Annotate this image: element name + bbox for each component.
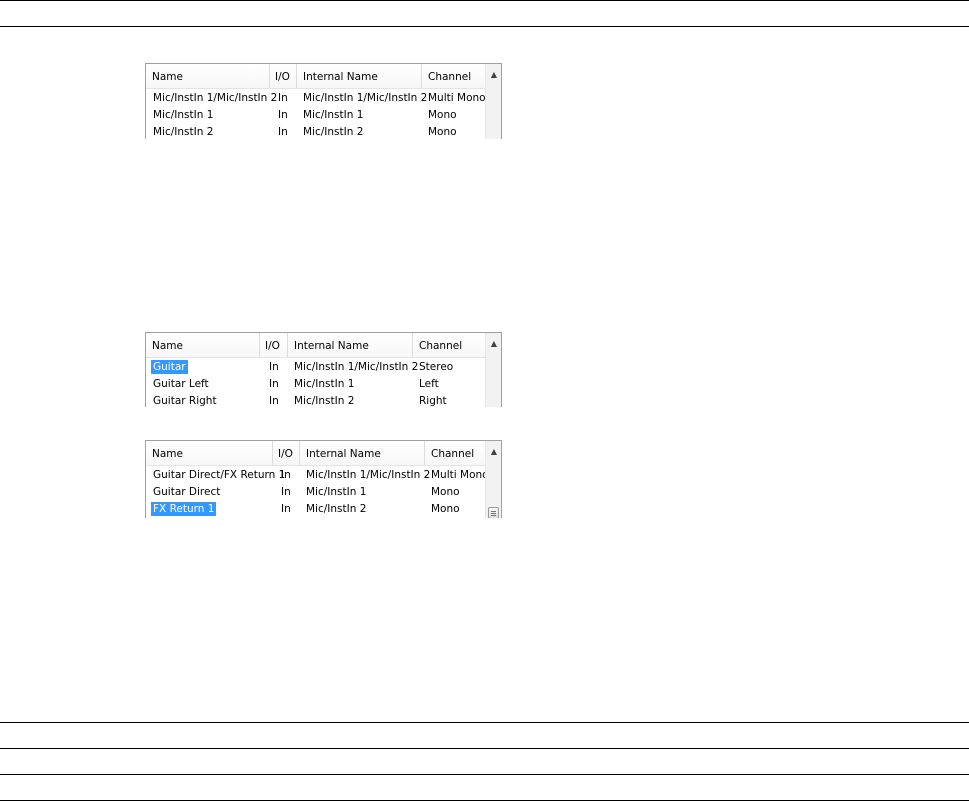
- cell-internal-name: Mic/InstIn 2: [303, 126, 364, 138]
- column-header-io[interactable]: I/O: [273, 441, 300, 465]
- cell-io: In: [278, 109, 288, 121]
- table-row[interactable]: Guitar Right In Mic/InstIn 2 Right: [146, 393, 501, 407]
- cell-internal-name: Mic/InstIn 1/Mic/InstIn 2: [294, 361, 419, 373]
- column-header-internal-name[interactable]: Internal Name: [288, 333, 413, 357]
- top-rule-1: [0, 0, 969, 1]
- vertical-scrollbar[interactable]: ▲: [485, 441, 501, 518]
- io-table-2[interactable]: Name I/O Internal Name Channel Guitar In…: [145, 332, 502, 407]
- table-header: Name I/O Internal Name Channel: [146, 441, 501, 466]
- scroll-up-arrow-icon[interactable]: ▲: [486, 67, 501, 83]
- cell-internal-name: Mic/InstIn 1: [303, 109, 364, 121]
- table-row-selected[interactable]: FX Return 1 In Mic/InstIn 2 Mono: [146, 501, 501, 518]
- cell-io: In: [278, 92, 288, 104]
- cell-internal-name: Mic/InstIn 2: [294, 395, 355, 407]
- column-header-name[interactable]: Name: [146, 441, 273, 465]
- scroll-up-arrow-icon[interactable]: ▲: [486, 444, 501, 460]
- scroll-thumb[interactable]: [488, 507, 499, 518]
- cell-channel: Multi Mono: [431, 469, 489, 481]
- table-row[interactable]: Guitar Left In Mic/InstIn 1 Left: [146, 376, 501, 393]
- bottom-rule-1: [0, 722, 969, 723]
- cell-name: Guitar Direct: [153, 486, 221, 498]
- vertical-scrollbar[interactable]: ▲: [485, 64, 501, 139]
- grip-line: [491, 513, 496, 514]
- io-table-1[interactable]: Name I/O Internal Name Channel Mic/InstI…: [145, 63, 502, 139]
- bottom-rule-4: [0, 800, 969, 801]
- cell-channel: Multi Mono: [428, 92, 486, 104]
- column-header-io[interactable]: I/O: [260, 333, 288, 357]
- cell-channel: Stereo: [419, 361, 454, 373]
- table-row[interactable]: Guitar Direct/FX Return 1 In Mic/InstIn …: [146, 467, 501, 484]
- cell-name: Guitar Left: [153, 378, 209, 390]
- cell-channel: Mono: [431, 486, 460, 498]
- table-row[interactable]: Mic/InstIn 1/Mic/InstIn 2 In Mic/InstIn …: [146, 90, 501, 107]
- cell-channel: Right: [419, 395, 447, 407]
- column-header-channel[interactable]: Channel: [425, 441, 486, 465]
- cell-io: In: [269, 378, 279, 390]
- cell-internal-name: Mic/InstIn 1: [294, 378, 355, 390]
- bottom-rule-2: [0, 748, 969, 749]
- scroll-up-arrow-icon[interactable]: ▲: [486, 336, 501, 352]
- grip-line: [491, 515, 496, 516]
- cell-internal-name: Mic/InstIn 1: [306, 486, 367, 498]
- column-header-channel[interactable]: Channel: [413, 333, 486, 357]
- table-row-selected[interactable]: Guitar In Mic/InstIn 1/Mic/InstIn 2 Ster…: [146, 359, 501, 376]
- io-table-3[interactable]: Name I/O Internal Name Channel Guitar Di…: [145, 440, 502, 518]
- table-row[interactable]: Mic/InstIn 2 In Mic/InstIn 2 Mono: [146, 124, 501, 139]
- cell-name: Guitar Direct/FX Return 1: [153, 469, 286, 481]
- vertical-scrollbar[interactable]: ▲: [485, 333, 501, 407]
- cell-name: Guitar Right: [153, 395, 217, 407]
- cell-internal-name: Mic/InstIn 2: [306, 503, 367, 515]
- column-header-internal-name[interactable]: Internal Name: [297, 64, 422, 88]
- cell-channel: Mono: [428, 126, 457, 138]
- cell-io: In: [278, 126, 288, 138]
- table-header: Name I/O Internal Name Channel: [146, 333, 501, 358]
- column-header-channel[interactable]: Channel: [422, 64, 486, 88]
- grip-icon: [491, 511, 496, 512]
- cell-internal-name: Mic/InstIn 1/Mic/InstIn 2: [303, 92, 428, 104]
- table-row[interactable]: Guitar Direct In Mic/InstIn 1 Mono: [146, 484, 501, 501]
- column-header-name[interactable]: Name: [146, 333, 260, 357]
- cell-io: In: [269, 361, 279, 373]
- cell-channel: Mono: [431, 503, 460, 515]
- cell-name-selected: Guitar: [151, 360, 188, 374]
- cell-io: In: [281, 486, 291, 498]
- cell-name: Mic/InstIn 1/Mic/InstIn 2: [153, 92, 278, 104]
- cell-name: Mic/InstIn 1: [153, 109, 214, 121]
- cell-internal-name: Mic/InstIn 1/Mic/InstIn 2: [306, 469, 431, 481]
- table-header: Name I/O Internal Name Channel: [146, 64, 501, 89]
- cell-io: In: [269, 395, 279, 407]
- cell-channel: Mono: [428, 109, 457, 121]
- column-header-name[interactable]: Name: [146, 64, 270, 88]
- cell-channel: Left: [419, 378, 439, 390]
- cell-name-selected: FX Return 1: [151, 502, 217, 516]
- bottom-rule-3: [0, 774, 969, 775]
- cell-io: In: [281, 469, 291, 481]
- column-header-io[interactable]: I/O: [270, 64, 297, 88]
- cell-name: Mic/InstIn 2: [153, 126, 214, 138]
- table-row[interactable]: Mic/InstIn 1 In Mic/InstIn 1 Mono: [146, 107, 501, 124]
- column-header-internal-name[interactable]: Internal Name: [300, 441, 425, 465]
- cell-io: In: [281, 503, 291, 515]
- top-rule-2: [0, 26, 969, 27]
